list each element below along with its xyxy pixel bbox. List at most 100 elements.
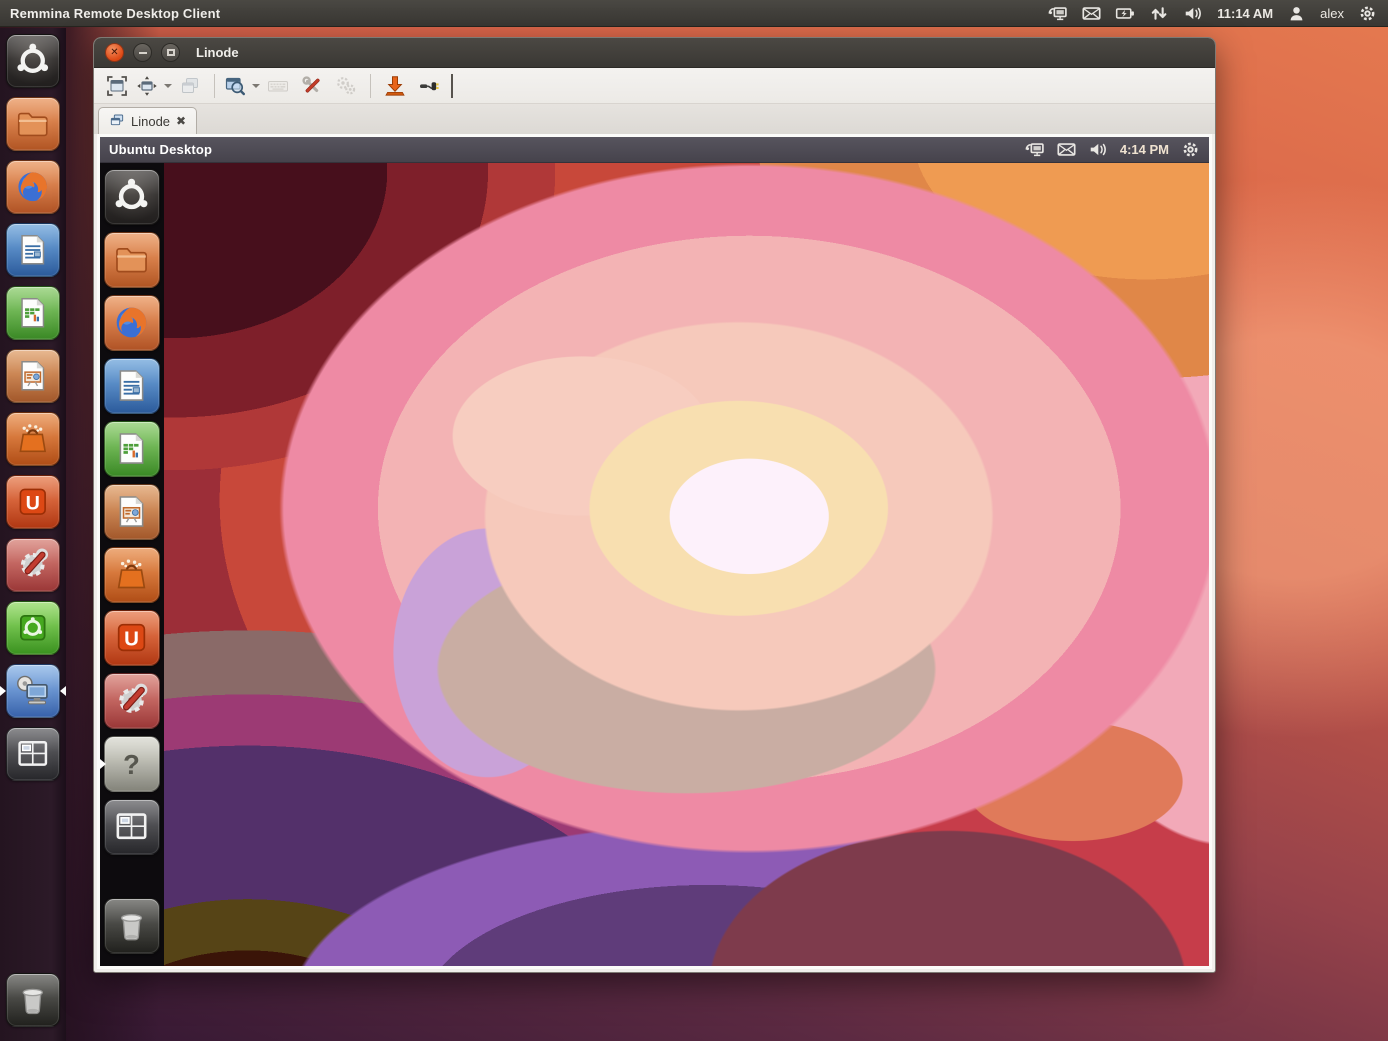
- toolbar-minimize-to-tray-button[interactable]: [379, 72, 411, 100]
- remote-launcher-item-dash[interactable]: [100, 169, 164, 225]
- remote-launcher-item-firefox[interactable]: [100, 295, 164, 351]
- toolbar-separator: [214, 74, 215, 98]
- window-title: Linode: [196, 45, 239, 60]
- tab-close-icon[interactable]: ✖: [176, 115, 186, 127]
- remote-launcher-item-workspace-switcher[interactable]: [100, 799, 164, 855]
- window-close-button[interactable]: ✕: [105, 43, 124, 62]
- battery-icon[interactable]: [1115, 5, 1136, 22]
- volume-icon[interactable]: [1183, 5, 1204, 22]
- toolbar-fullscreen-button[interactable]: [101, 72, 133, 100]
- dropdown-caret-icon: [164, 84, 172, 88]
- host-launcher-item-libreoffice-calc[interactable]: [0, 286, 66, 340]
- disconnect-icon: [417, 74, 441, 98]
- ubuntu-one-icon: U: [6, 475, 60, 529]
- window-titlebar[interactable]: ✕ Linode: [94, 38, 1215, 68]
- remote-launcher-item-home-folder[interactable]: [100, 232, 164, 288]
- window-maximize-button[interactable]: [161, 43, 180, 62]
- host-app-title: Remmina Remote Desktop Client: [0, 6, 220, 21]
- host-launcher-item-trash[interactable]: [0, 973, 66, 1027]
- host-launcher-item-software-center[interactable]: [0, 412, 66, 466]
- svg-text:U: U: [26, 493, 40, 515]
- mail-icon[interactable]: [1081, 5, 1102, 22]
- toolbar-settings-gears-button: [330, 72, 362, 100]
- remmina-icon: [6, 664, 60, 718]
- libreoffice-impress-icon: [104, 484, 160, 540]
- remote-session-gear-icon[interactable]: [1180, 141, 1201, 158]
- libreoffice-impress-icon: [6, 349, 60, 403]
- host-launcher-item-home-folder[interactable]: [0, 97, 66, 151]
- remote-launcher-item-libreoffice-writer[interactable]: [100, 358, 164, 414]
- volume-icon[interactable]: [1088, 141, 1109, 158]
- window-toolbar: [94, 68, 1215, 104]
- remote-launcher-item-unknown-window[interactable]: ?: [100, 736, 164, 792]
- toolbar-scaled-mode-button[interactable]: [223, 72, 260, 100]
- dash-icon: [104, 169, 160, 225]
- minimize-to-tray-icon: [383, 74, 407, 98]
- running-indicator-arrow: [100, 759, 106, 769]
- mail-icon[interactable]: [1056, 141, 1077, 158]
- dash-icon: [6, 34, 60, 88]
- libreoffice-calc-icon: [104, 421, 160, 477]
- settings-gears-icon: [334, 74, 358, 98]
- remote-launcher-item-ubuntu-one[interactable]: U: [100, 610, 164, 666]
- window-minimize-button[interactable]: [133, 43, 152, 62]
- remote-launcher-item-libreoffice-calc[interactable]: [100, 421, 164, 477]
- remote-launcher: U?: [100, 163, 164, 966]
- remmina-window: ✕ Linode Linode ✖ Ubuntu Desktop 4:14 PM: [93, 37, 1216, 973]
- toolbar-tools-button[interactable]: [296, 72, 328, 100]
- user-icon[interactable]: [1286, 5, 1307, 22]
- toolbar-edge-handle: [451, 74, 453, 98]
- remote-launcher-item-system-settings[interactable]: [100, 673, 164, 729]
- ubuntu-one-icon: U: [104, 610, 160, 666]
- remote-launcher-item-libreoffice-impress[interactable]: [100, 484, 164, 540]
- firefox-icon: [6, 160, 60, 214]
- host-launcher-item-workspace-switcher[interactable]: [0, 727, 66, 781]
- remote-indicator-tray: 4:14 PM: [1024, 141, 1209, 158]
- host-launcher-item-dash[interactable]: [0, 34, 66, 88]
- host-launcher-item-remmina[interactable]: [0, 664, 66, 718]
- maximize-icon: [167, 49, 175, 56]
- libreoffice-writer-icon: [6, 223, 60, 277]
- toolbar-disconnect-button[interactable]: [413, 72, 445, 100]
- duplicate-tab-icon: [178, 74, 202, 98]
- libreoffice-calc-icon: [6, 286, 60, 340]
- host-launcher-item-system-settings[interactable]: [0, 538, 66, 592]
- host-launcher-item-ubuntu-one[interactable]: U: [0, 475, 66, 529]
- libreoffice-writer-icon: [104, 358, 160, 414]
- remote-clock[interactable]: 4:14 PM: [1120, 142, 1169, 157]
- tab-label: Linode: [131, 114, 170, 129]
- network-icon[interactable]: [1024, 141, 1045, 158]
- minimize-icon: [139, 52, 147, 54]
- fit-window-icon: [135, 74, 159, 98]
- host-top-panel: Remmina Remote Desktop Client 11:14 AM a…: [0, 0, 1388, 27]
- dropdown-caret-icon: [252, 84, 260, 88]
- toolbar-duplicate-tab-button: [174, 72, 206, 100]
- remote-launcher-item-trash[interactable]: [100, 898, 164, 954]
- svg-text:?: ?: [124, 749, 141, 780]
- system-settings-icon: [6, 538, 60, 592]
- tab-bar: Linode ✖: [94, 104, 1215, 134]
- host-launcher-item-libreoffice-writer[interactable]: [0, 223, 66, 277]
- keyboard-grab-icon: [266, 74, 290, 98]
- toolbar-keyboard-grab-button: [262, 72, 294, 100]
- remote-launcher-item-software-center[interactable]: [100, 547, 164, 603]
- host-launcher-item-software-updater[interactable]: [0, 601, 66, 655]
- sync-icon[interactable]: [1149, 5, 1170, 22]
- host-clock[interactable]: 11:14 AM: [1217, 6, 1273, 21]
- trash-icon: [104, 898, 160, 954]
- host-indicator-tray: 11:14 AM alex: [1047, 5, 1388, 22]
- tab-linode[interactable]: Linode ✖: [98, 107, 197, 134]
- remote-wallpaper: [164, 163, 1209, 966]
- toolbar-separator: [370, 74, 371, 98]
- firefox-icon: [104, 295, 160, 351]
- host-username[interactable]: alex: [1320, 6, 1344, 21]
- software-center-icon: [6, 412, 60, 466]
- host-launcher-item-firefox[interactable]: [0, 160, 66, 214]
- host-desktop: Remmina Remote Desktop Client 11:14 AM a…: [0, 0, 1388, 1041]
- toolbar-fit-window-button[interactable]: [135, 72, 172, 100]
- host-launcher-item-libreoffice-impress[interactable]: [0, 349, 66, 403]
- session-gear-icon[interactable]: [1357, 5, 1378, 22]
- network-icon[interactable]: [1047, 5, 1068, 22]
- svg-text:U: U: [125, 628, 140, 651]
- remote-desktop-view[interactable]: Ubuntu Desktop 4:14 PM U?: [97, 134, 1212, 969]
